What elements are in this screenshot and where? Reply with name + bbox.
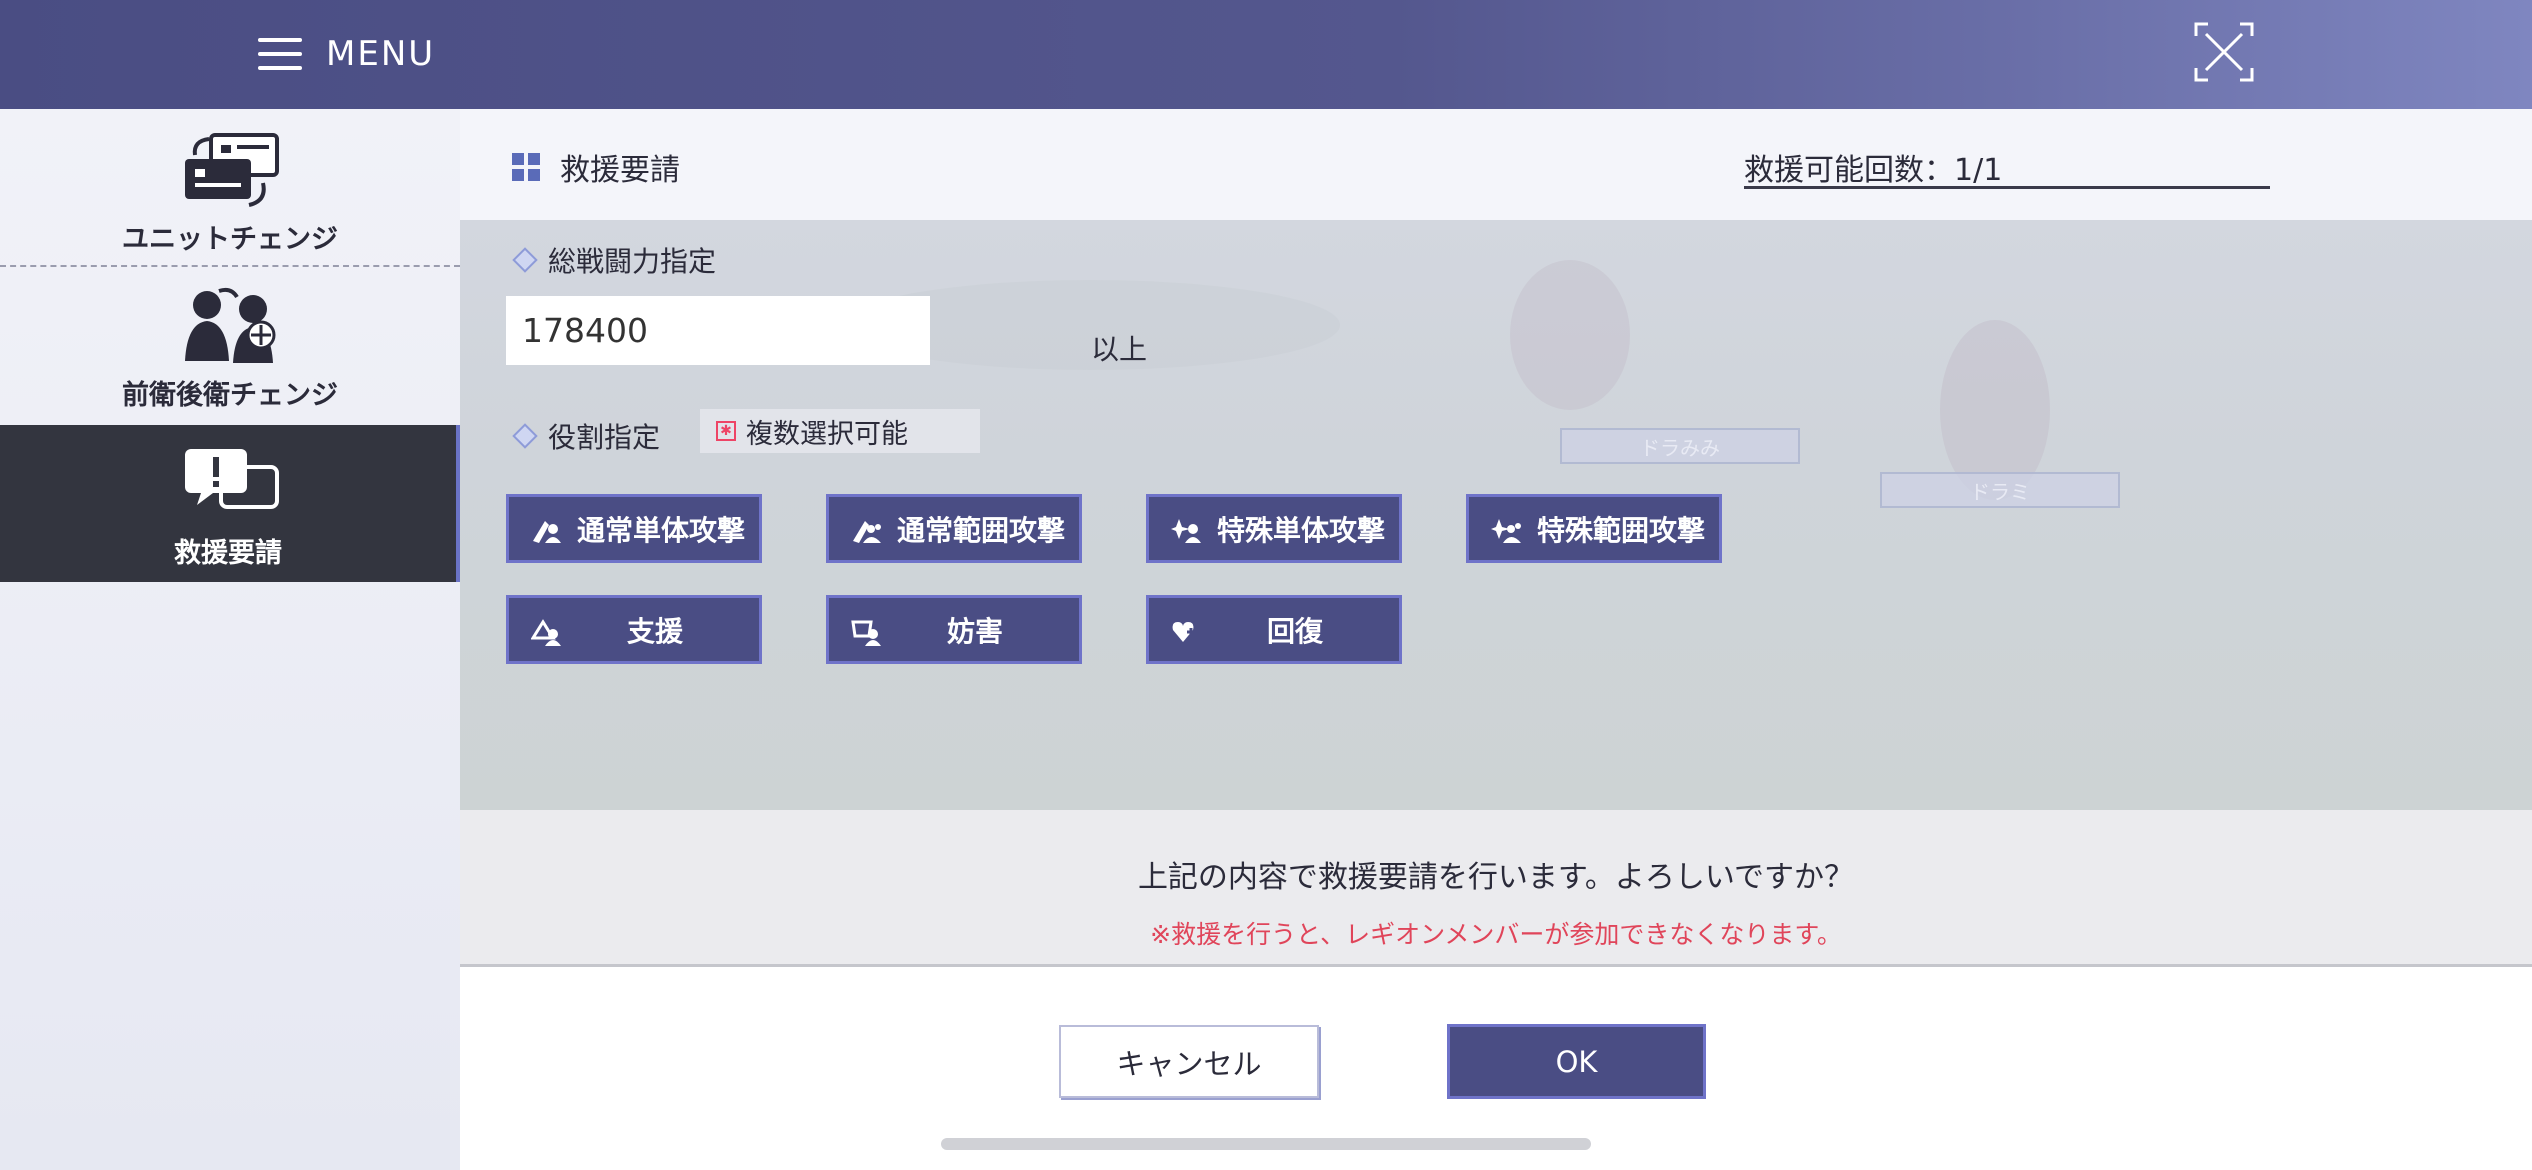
power-section-label: 総戦闘力指定 [512,240,717,280]
sidebar-item-unit-change[interactable]: ユニットチェンジ [0,109,460,267]
rescue-request-panel: 救援要請 救援可能回数：1/1 ドラみみ ドラミ 総戦闘力指定 178400 以… [460,109,2532,1170]
sidebar-item-position-change[interactable]: 前衛後衛チェンジ [0,267,460,424]
top-bar: MENU [0,0,2532,109]
role-normal-single-attack-button[interactable]: 通常単体攻撃 [506,494,762,563]
role-heal-button[interactable]: 回復 [1146,595,1402,664]
home-indicator[interactable] [941,1138,1591,1150]
hamburger-icon [258,38,302,70]
role-special-area-attack-button[interactable]: 特殊範囲攻撃 [1466,494,1722,563]
background-name-tag: ドラみみ [1560,428,1800,464]
background-name-tag: ドラミ [1880,472,2120,508]
special-single-attack-icon [1171,519,1201,543]
special-area-attack-icon [1491,519,1521,543]
role-label: 妨害 [946,614,1003,648]
normal-single-attack-icon [533,521,561,543]
normal-area-attack-icon [853,521,881,543]
menu-label: MENU [326,34,436,74]
unit-change-icon [185,133,279,207]
role-label: 特殊範囲攻撃 [1537,513,1706,547]
position-change-icon [185,287,276,363]
power-input[interactable]: 178400 [506,296,930,365]
confirmation-message: 上記の内容で救援要請を行います。よろしいですか？ ※救援を行うと、レギオンメンバ… [460,810,2532,967]
power-suffix: 以上 [1091,333,1148,366]
grid-icon [512,153,540,181]
role-section-label: 役割指定 [512,416,661,456]
interference-icon [851,620,881,646]
diamond-icon [512,247,538,273]
heal-icon [1172,622,1195,642]
multi-select-badge: ✱ 複数選択可能 [700,409,980,453]
sidebar-item-label: 救援要請 [174,538,282,569]
rescue-request-screen: MENU ユニットチェンジ 前衛後衛チェンジ 救援要請 救援要請 救援可能回数：… [0,0,2532,1170]
support-icon [531,619,561,646]
multi-select-text: 複数選択可能 [746,418,908,450]
role-label: 通常単体攻撃 [577,513,746,547]
role-special-single-attack-button[interactable]: 特殊単体攻撃 [1146,494,1402,563]
cancel-button[interactable]: キャンセル [1059,1025,1319,1098]
sidebar-item-label: ユニットチェンジ [122,224,338,255]
power-label-text: 総戦闘力指定 [548,245,717,278]
role-label: 支援 [626,614,683,648]
panel-title: 救援要請 [560,153,680,188]
rescue-count: 救援可能回数：1/1 [1744,145,2270,189]
role-interference-button[interactable]: 妨害 [826,595,1082,664]
role-label-text: 役割指定 [548,421,661,454]
role-label: 特殊単体攻撃 [1217,513,1386,547]
rescue-request-icon [185,449,279,509]
battle-background: ドラみみ ドラミ 総戦闘力指定 178400 以上 役割指定 ✱ 複数選択可能 … [460,220,2532,810]
sidebar-item-rescue-request[interactable]: 救援要請 [0,425,460,582]
sidebar: ユニットチェンジ 前衛後衛チェンジ 救援要請 [0,109,460,1170]
diamond-icon [512,423,538,449]
sidebar-item-label: 前衛後衛チェンジ [122,380,338,411]
close-icon[interactable] [2192,20,2256,84]
warning-text: ※救援を行うと、レギオンメンバーが参加できなくなります。 [1150,920,1842,949]
multi-select-icon: ✱ [716,421,736,441]
ok-button[interactable]: OK [1447,1024,1706,1099]
menu-button[interactable]: MENU [258,26,435,82]
confirmation-question: 上記の内容で救援要請を行います。よろしいですか？ [1137,860,1855,895]
role-support-button[interactable]: 支援 [506,595,762,664]
role-label: 通常範囲攻撃 [897,513,1066,547]
role-normal-area-attack-button[interactable]: 通常範囲攻撃 [826,494,1082,563]
role-label: 回復 [1266,614,1323,648]
panel-header: 救援要請 救援可能回数：1/1 [460,109,2532,220]
